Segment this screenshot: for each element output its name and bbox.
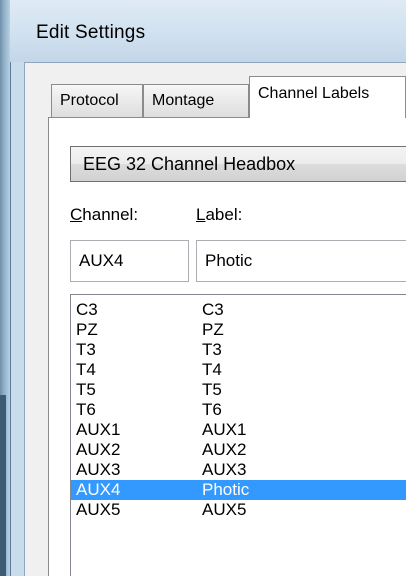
channel-label-accelerator: C [70,205,83,224]
label-field-label: Label: [196,205,242,225]
list-item-label: T4 [202,360,222,379]
list-item[interactable]: AUX2 AUX2 [71,440,406,460]
list-item[interactable]: C3 C3 [71,300,406,320]
list-item-channel: AUX2 [76,440,121,459]
list-item-channel: T3 [76,340,96,359]
list-item-channel: T5 [76,380,96,399]
list-item-channel: PZ [76,320,98,339]
list-item[interactable]: AUX5 AUX5 [71,500,406,520]
list-item-channel: T4 [76,360,96,379]
list-item-label: AUX5 [202,500,247,519]
tab-protocol[interactable]: Protocol [51,84,143,117]
label-field[interactable]: Photic [196,240,406,282]
headbox-dropdown[interactable]: EEG 32 Channel Headbox [70,146,406,182]
list-item-label: C3 [202,300,224,319]
list-item-label: PZ [202,320,224,339]
channel-list[interactable]: C3 C3 PZ PZ T3 T3 T4 T4 T5 T5 T6 T6 AUX1 AUX1 AUX2 AUX2… [70,294,406,576]
list-item-label: Photic [202,480,250,499]
list-item-label: AUX1 [202,420,247,439]
window-title: Edit Settings [36,22,146,43]
list-item[interactable]: T5 T5 [71,380,406,400]
channel-field-label: Channel: [70,205,138,225]
headbox-dropdown-value: EEG 32 Channel Headbox [83,154,296,174]
list-item[interactable]: T4 T4 [71,360,406,380]
list-item[interactable]: AUX3 AUX3 [71,460,406,480]
tab-montage[interactable]: Montage [143,84,249,117]
list-item-label: T3 [202,340,222,359]
list-item-channel: T6 [76,400,96,419]
list-item[interactable]: AUX1 AUX1 [71,420,406,440]
list-item-channel: AUX1 [76,420,121,439]
tab-channel-labels[interactable]: Channel Labels [249,76,406,118]
label-label-text: abel: [205,205,243,224]
title-bar[interactable]: Edit Settings [10,0,406,62]
window-frame-shadow [0,395,6,576]
list-item[interactable]: T6 T6 [71,400,406,420]
channel-label-text: hannel: [82,205,139,224]
list-item[interactable]: AUX4 Photic [71,480,406,500]
list-item[interactable]: T3 T3 [71,340,406,360]
list-item-label: T5 [202,380,222,399]
list-item-channel: AUX4 [76,480,121,499]
list-item-label: AUX3 [202,460,247,479]
list-item-channel: C3 [76,300,98,319]
list-item-channel: AUX3 [76,460,121,479]
list-item[interactable]: PZ PZ [71,320,406,340]
list-item-channel: AUX5 [76,500,121,519]
list-item-label: AUX2 [202,440,247,459]
list-item-label: T6 [202,400,222,419]
channel-field[interactable]: AUX4 [70,240,189,282]
